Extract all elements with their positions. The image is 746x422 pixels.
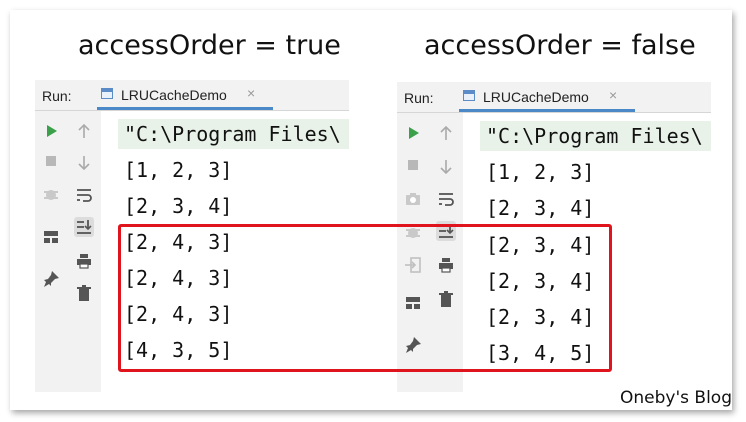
- heading-access-order-false: accessOrder = false: [424, 30, 696, 61]
- console-tab-icon: [101, 88, 113, 99]
- trash-icon[interactable]: [74, 283, 94, 303]
- stop-icon[interactable]: [41, 151, 61, 171]
- console-line: [1, 2, 3]: [486, 160, 595, 184]
- soft-wrap-icon[interactable]: [436, 189, 456, 209]
- run-toolbar: Run: LRUCacheDemo ×: [35, 80, 349, 111]
- close-icon[interactable]: ×: [247, 85, 255, 101]
- run-label: Run:: [404, 90, 434, 106]
- tab-label: LRUCacheDemo: [483, 89, 589, 105]
- run-toolbar: Run: LRUCacheDemo ×: [397, 82, 711, 113]
- camera-icon[interactable]: [403, 189, 423, 209]
- close-icon[interactable]: ×: [609, 87, 617, 103]
- layout-icon[interactable]: [41, 227, 61, 247]
- run-gutter-secondary: [67, 111, 101, 392]
- debug-icon[interactable]: [41, 184, 61, 204]
- tab-lrucachedemo[interactable]: LRUCacheDemo ×: [97, 80, 273, 110]
- console-tab-icon: [463, 90, 475, 101]
- watermark: Oneby's Blog: [620, 388, 732, 408]
- run-icon[interactable]: [41, 121, 61, 141]
- command-line: "C:\Program Files\: [480, 121, 711, 151]
- arrow-up-icon[interactable]: [436, 123, 456, 143]
- console-line: [2, 3, 4]: [486, 196, 595, 220]
- arrow-down-icon[interactable]: [74, 153, 94, 173]
- tab-lrucachedemo[interactable]: LRUCacheDemo ×: [459, 82, 635, 112]
- console-line: [2, 3, 4]: [124, 194, 233, 218]
- stop-icon[interactable]: [403, 155, 423, 175]
- arrow-down-icon[interactable]: [436, 157, 456, 177]
- soft-wrap-icon[interactable]: [74, 185, 94, 205]
- tab-label: LRUCacheDemo: [121, 87, 227, 103]
- scroll-to-end-icon[interactable]: [74, 217, 94, 237]
- console-line: [1, 2, 3]: [124, 158, 233, 182]
- run-icon[interactable]: [403, 123, 423, 143]
- arrow-up-icon[interactable]: [74, 121, 94, 141]
- print-icon[interactable]: [74, 251, 94, 271]
- heading-access-order-true: accessOrder = true: [78, 30, 341, 61]
- run-label: Run:: [42, 88, 72, 104]
- run-gutter-primary: [35, 111, 67, 392]
- highlight-box: [118, 224, 612, 372]
- command-line: "C:\Program Files\: [118, 119, 349, 149]
- pin-icon[interactable]: [41, 269, 61, 289]
